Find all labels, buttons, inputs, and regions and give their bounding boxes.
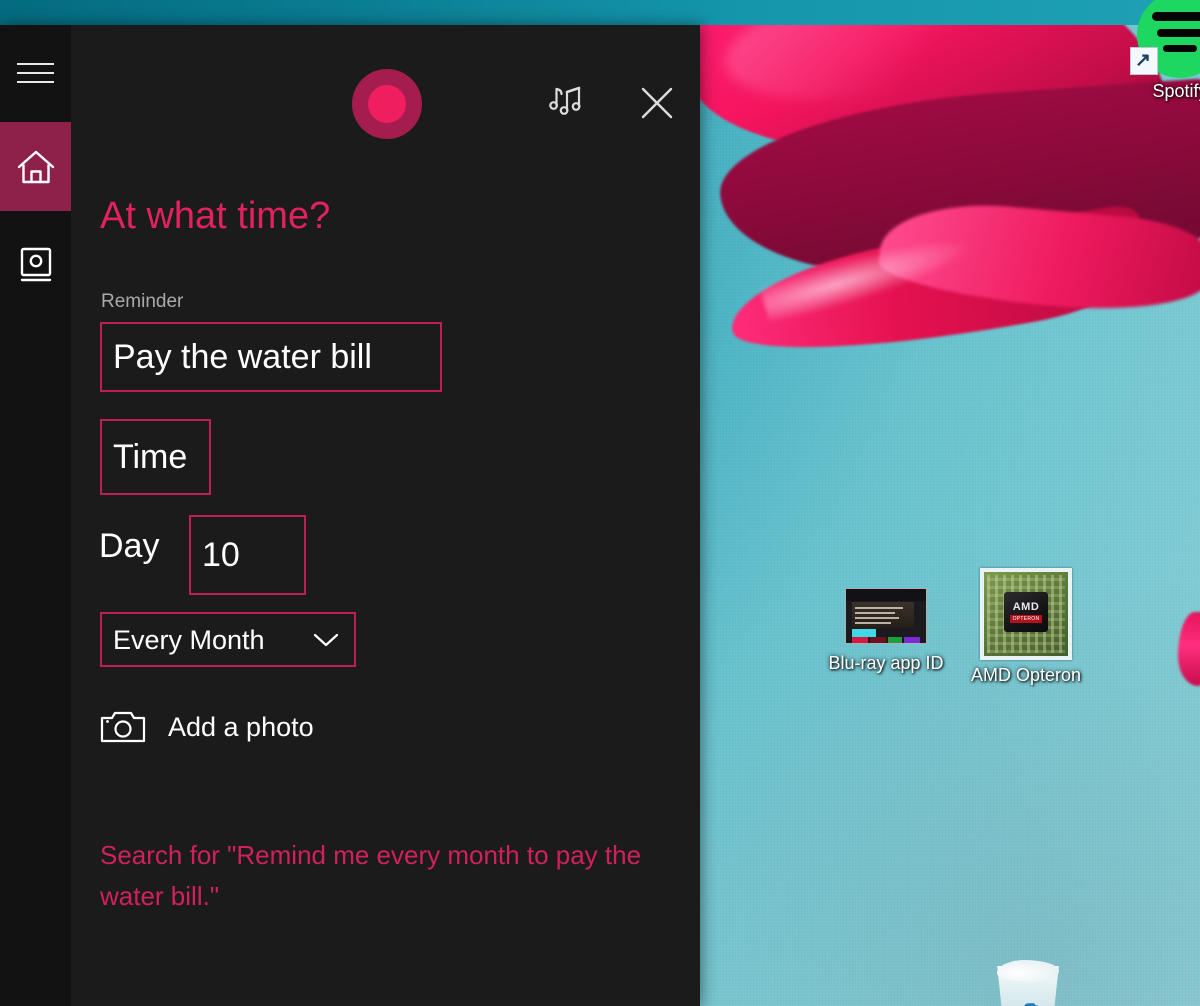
close-button[interactable] xyxy=(631,77,683,129)
music-search-button[interactable] xyxy=(541,77,593,129)
cortana-rail xyxy=(0,25,71,1006)
desktop-icon-amd-opteron[interactable]: AMD OPTERON AMD Opteron xyxy=(966,568,1086,686)
cortana-orb-icon[interactable] xyxy=(352,69,422,139)
desktop-icon-label: AMD Opteron xyxy=(970,665,1082,685)
amd-chip-icon: AMD OPTERON xyxy=(980,568,1072,660)
camera-icon xyxy=(100,710,146,744)
add-photo-button[interactable]: Add a photo xyxy=(100,703,314,751)
cortana-content: At what time? Reminder Pay the water bil… xyxy=(71,25,700,1006)
cortana-orb-inner xyxy=(368,85,406,123)
cortana-panel: At what time? Reminder Pay the water bil… xyxy=(0,25,700,1006)
search-suggestion[interactable]: Search for "Remind me every month to pay… xyxy=(100,835,690,917)
desktop-icon-recycle-bin[interactable]: ♻ xyxy=(985,960,1071,1006)
rail-item-hamburger[interactable] xyxy=(0,43,71,103)
reminder-title-field[interactable]: Pay the water bill xyxy=(100,322,442,392)
reminder-day-field[interactable]: 10 xyxy=(189,515,306,595)
repeat-dropdown[interactable]: Every Month xyxy=(100,612,356,667)
desktop-icon-spotify[interactable]: ↗ Spotify xyxy=(1120,0,1200,102)
shortcut-arrow-icon: ↗ xyxy=(1130,47,1158,75)
rail-item-home[interactable] xyxy=(0,122,71,211)
recycle-bin-contents xyxy=(997,960,1059,982)
recycle-symbol-icon: ♻ xyxy=(1015,998,1045,1006)
wallpaper-top-band xyxy=(0,0,1200,25)
chevron-down-icon xyxy=(312,631,340,649)
reminder-time-field[interactable]: Time xyxy=(100,419,211,495)
amd-chip-badge: OPTERON xyxy=(1009,614,1043,623)
reminder-title-value: Pay the water bill xyxy=(113,338,372,376)
desktop-icon-label: Blu-ray app ID xyxy=(828,653,944,673)
day-label: Day xyxy=(99,527,160,565)
reminder-day-value: 10 xyxy=(202,536,240,574)
desktop-icon-bluray-app-id[interactable]: Blu-ray app ID xyxy=(826,588,946,674)
screenshot-thumbnail-icon xyxy=(845,588,927,644)
rail-item-notebook[interactable] xyxy=(0,221,71,310)
reminder-time-value: Time xyxy=(113,438,188,476)
repeat-dropdown-value: Every Month xyxy=(113,624,265,655)
page-subtitle: Reminder xyxy=(101,291,184,312)
amd-chip-brand: AMD xyxy=(1012,600,1040,613)
close-x-icon xyxy=(641,87,673,119)
notebook-icon xyxy=(20,247,51,281)
screen: ♻ Blu-ray app ID AMD OPTERON xyxy=(0,0,1200,1006)
hamburger-menu-icon xyxy=(17,63,54,83)
music-notes-icon xyxy=(549,86,581,115)
add-photo-label: Add a photo xyxy=(168,712,314,742)
page-title: At what time? xyxy=(100,195,331,237)
home-icon xyxy=(17,150,54,183)
desktop-icon-label: Spotify xyxy=(1152,81,1200,101)
